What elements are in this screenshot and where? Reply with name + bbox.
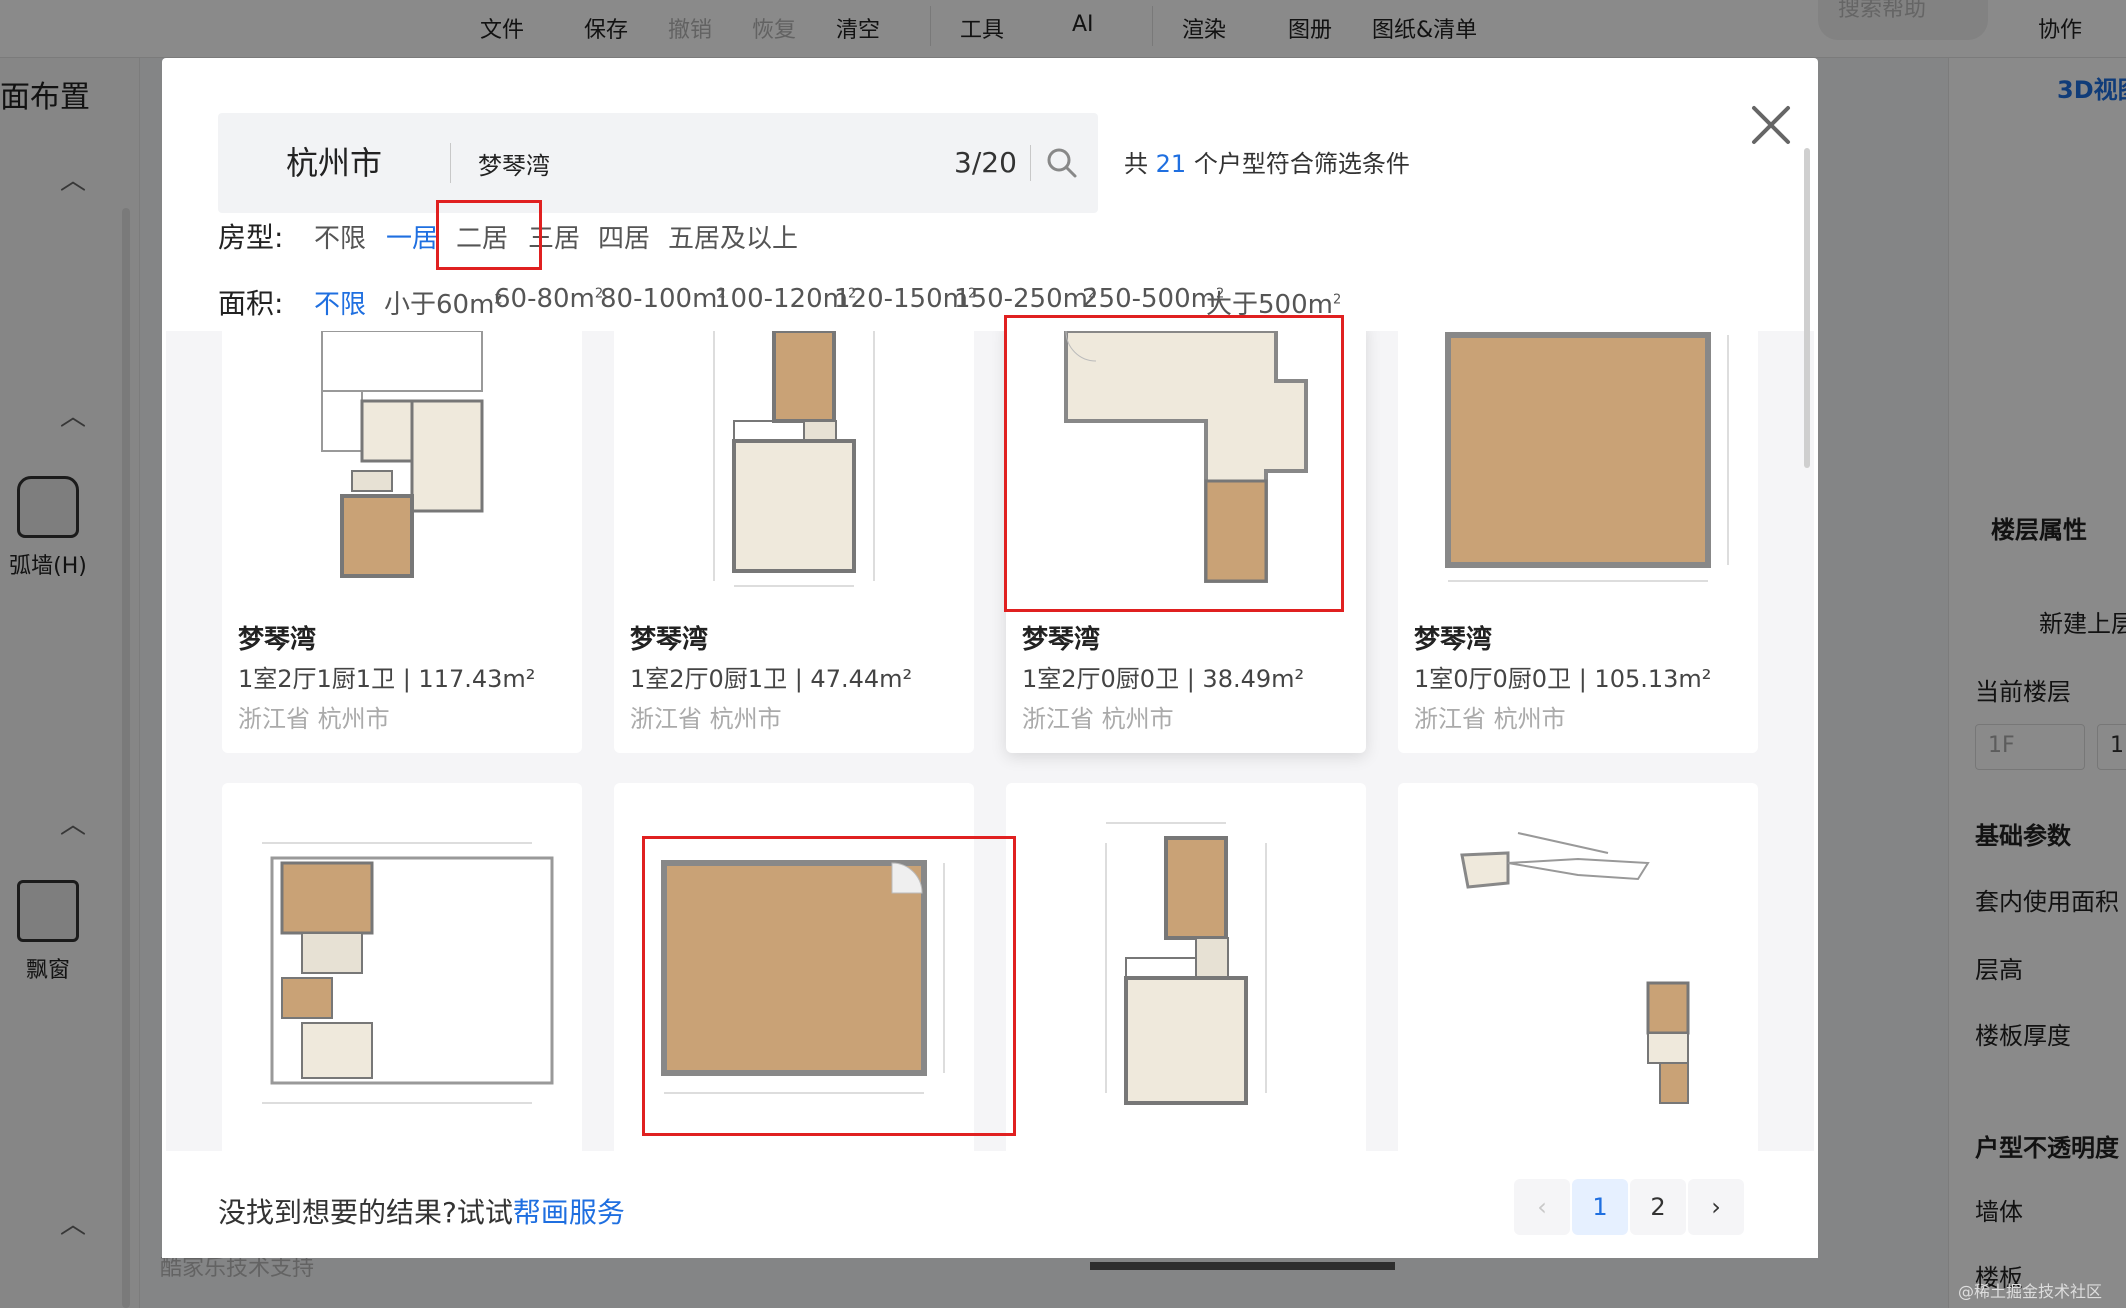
floorplan-thumbnail (1064, 331, 1308, 583)
area-option-gt500[interactable]: 大于500m2 (1206, 284, 1341, 321)
watermark: @稀土掘金技术社区 (1958, 1282, 2103, 1301)
floorplan-card[interactable]: 梦琴湾 1室2厅0厨0卫 | 38.49m² 浙江省 杭州市 (1006, 331, 1366, 753)
area-option-lt60[interactable]: 小于60m2 (384, 284, 503, 321)
card-location: 浙江省 杭州市 (630, 705, 782, 733)
area-option-250-500[interactable]: 250-500m2 (1082, 284, 1224, 314)
area-option-80-100[interactable]: 80-100m2 (600, 284, 726, 314)
card-title: 梦琴湾 (1022, 625, 1101, 655)
floorplan-thumbnail (661, 860, 945, 1094)
card-title: 梦琴湾 (630, 625, 709, 655)
room-option-any[interactable]: 不限 (314, 218, 366, 255)
floorplan-thumbnail (1105, 822, 1267, 1105)
floorplan-thumbnail (262, 842, 554, 1104)
card-spec: 1室2厅0厨1卫 | 47.44m² (630, 665, 913, 693)
result-counter: 3/20 (954, 146, 1017, 179)
card-spec: 1室2厅1厨1卫 | 117.43m² (238, 665, 536, 693)
search-bar: 杭州市 3/20 (218, 113, 1098, 213)
prev-page-button[interactable]: ‹ (1514, 1179, 1570, 1235)
summary-prefix: 共 (1124, 150, 1148, 178)
floorplan-card[interactable] (222, 783, 582, 1151)
area-option-text: 不限 (314, 290, 367, 320)
area-label: 面积: (218, 287, 284, 320)
area-option-text: 60-80m (494, 284, 595, 314)
area-option-text: 250-500m (1082, 284, 1216, 314)
card-spec: 1室2厅0厨0卫 | 38.49m² (1022, 665, 1305, 693)
card-title: 梦琴湾 (238, 625, 317, 655)
floorplan-card[interactable]: 梦琴湾 1室2厅0厨1卫 | 47.44m² 浙江省 杭州市 (614, 331, 974, 753)
floorplan-card[interactable] (1398, 783, 1758, 1151)
draw-service-link[interactable]: 帮画服务 (513, 1196, 625, 1229)
summary-suffix: 个户型符合筛选条件 (1193, 150, 1410, 178)
floorplan-card[interactable]: 梦琴湾 1室0厅0厨0卫 | 105.13m² 浙江省 杭州市 (1398, 331, 1758, 753)
next-page-button[interactable]: › (1688, 1179, 1744, 1235)
floorplan-card[interactable] (1006, 783, 1366, 1151)
area-option-text: 120-150m (834, 284, 968, 314)
community-search-input[interactable] (478, 143, 938, 183)
floorplan-card[interactable]: 梦琴湾 1室2厅1厨1卫 | 117.43m² 浙江省 杭州市 (222, 331, 582, 753)
card-location: 浙江省 杭州市 (1414, 705, 1566, 733)
room-option-2[interactable]: 二居 (456, 218, 508, 255)
search-icon[interactable] (1042, 143, 1082, 183)
card-title: 梦琴湾 (1414, 625, 1493, 655)
not-found-prompt: 没找到想要的结果?试试 (218, 1196, 513, 1229)
floorplan-thumbnail (713, 331, 875, 587)
card-spec: 1室0厅0厨0卫 | 105.13m² (1414, 665, 1712, 693)
room-option-1[interactable]: 一居 (386, 218, 438, 255)
card-location: 浙江省 杭州市 (238, 705, 390, 733)
floorplan-thumbnail (321, 331, 484, 578)
search-divider (450, 143, 451, 183)
room-option-4[interactable]: 四居 (598, 218, 650, 255)
search-divider (1030, 145, 1031, 181)
results-scrollbar[interactable] (1804, 148, 1810, 468)
floorplan-thumbnail (1445, 332, 1729, 582)
room-option-5plus[interactable]: 五居及以上 (668, 218, 798, 255)
page-1-button[interactable]: 1 (1572, 1179, 1628, 1235)
city-selector[interactable]: 杭州市 (218, 113, 450, 213)
close-icon[interactable] (1742, 96, 1800, 154)
area-option-60-80[interactable]: 60-80m2 (494, 284, 603, 314)
floorplan-search-modal: 杭州市 3/20 共 21 个户型符合筛选条件 房型: 不限 一居 二居 三居 … (162, 58, 1818, 1258)
not-found-text: 没找到想要的结果?试试帮画服务 (218, 1191, 625, 1231)
room-type-label: 房型: (218, 221, 284, 254)
modal-footer: 没找到想要的结果?试试帮画服务 ‹ 1 2 › (162, 1151, 1818, 1258)
area-option-text: 大于500m (1206, 290, 1333, 320)
area-option-text: 100-120m (714, 284, 848, 314)
area-option-text: 小于60m (384, 290, 495, 320)
area-unit-sup: 2 (1332, 292, 1342, 308)
floorplan-card[interactable] (614, 783, 974, 1151)
summary-count: 21 (1155, 150, 1187, 178)
area-option-text: 150-250m (954, 284, 1088, 314)
floorplan-thumbnail (1460, 832, 1690, 1104)
card-location: 浙江省 杭州市 (1022, 705, 1174, 733)
area-option-150-250[interactable]: 150-250m2 (954, 284, 1096, 314)
page-2-button[interactable]: 2 (1630, 1179, 1686, 1235)
area-option-any[interactable]: 不限 (314, 284, 366, 321)
room-option-3[interactable]: 三居 (528, 218, 580, 255)
floorplan-results-grid: 梦琴湾 1室2厅1厨1卫 | 117.43m² 浙江省 杭州市 梦琴湾 1室2厅… (166, 331, 1814, 1151)
result-summary: 共 21 个户型符合筛选条件 (1124, 144, 1410, 179)
area-option-text: 80-100m (600, 284, 718, 314)
